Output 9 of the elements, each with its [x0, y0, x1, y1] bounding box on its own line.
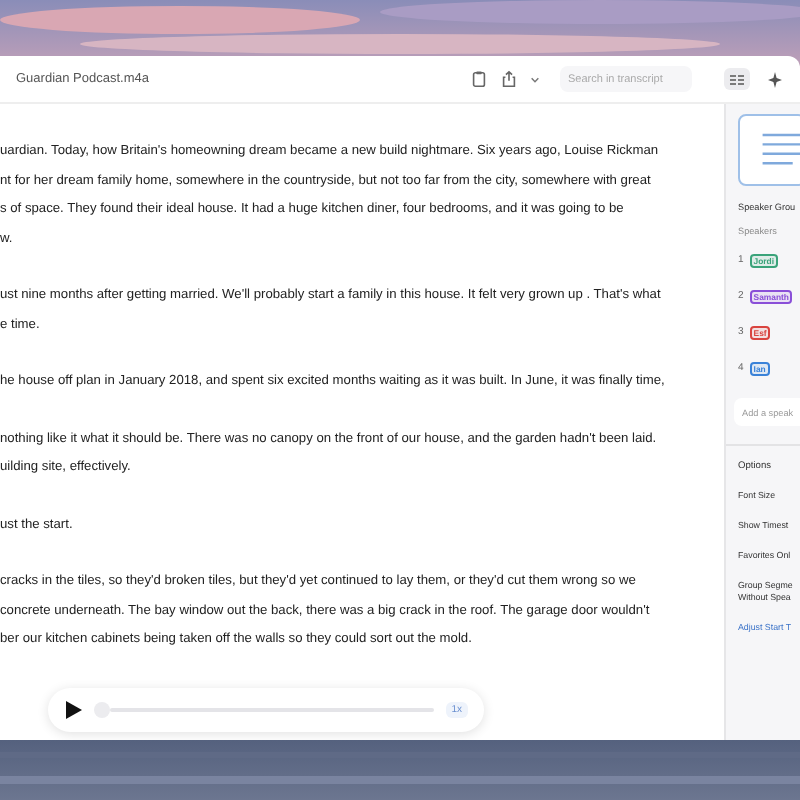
progress-handle[interactable] — [94, 702, 110, 718]
sparkle-icon — [768, 71, 782, 87]
transcript-view-button[interactable] — [724, 68, 750, 90]
clipboard-icon[interactable] — [470, 70, 488, 88]
columns-icon — [730, 73, 744, 85]
share-icon[interactable] — [500, 70, 518, 88]
layout-preview[interactable] — [738, 114, 800, 186]
caret-icon[interactable] — [530, 75, 540, 83]
play-icon[interactable] — [64, 700, 82, 720]
